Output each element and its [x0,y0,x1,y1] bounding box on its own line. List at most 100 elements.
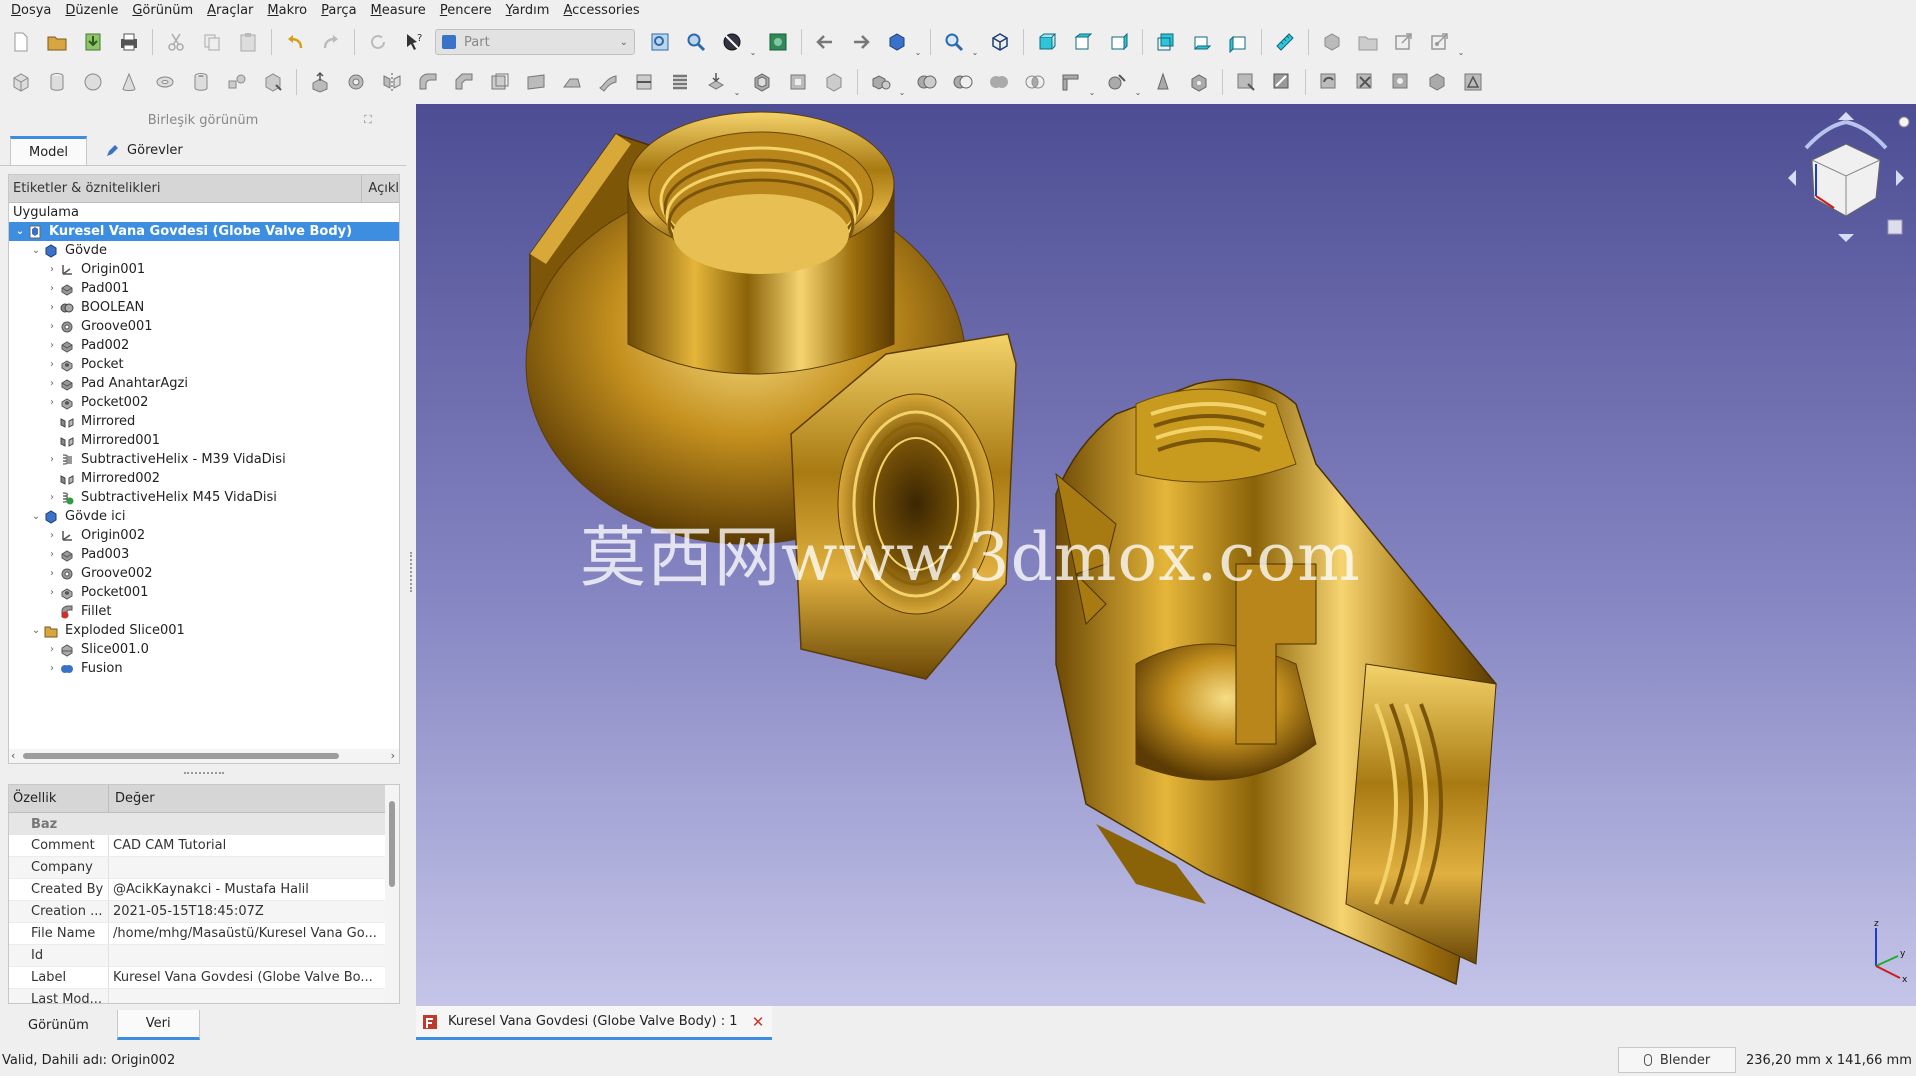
tree-horizontal-scrollbar[interactable]: ‹ › [9,749,399,763]
tab-data[interactable]: Veri [116,1010,200,1040]
scroll-right-icon[interactable]: › [391,749,395,762]
tab-view[interactable]: Görünüm [0,1010,117,1040]
tree-property-splitter[interactable] [184,772,224,778]
measure-toggle-3d-button[interactable] [1422,67,1452,97]
chevron-right-icon[interactable]: › [45,568,59,579]
menu-part[interactable]: Parça [314,0,363,22]
measure-linear-button[interactable] [1231,67,1261,97]
cut-button[interactable] [161,27,191,57]
copy-button[interactable] [197,27,227,57]
chevron-right-icon[interactable]: › [45,549,59,560]
view-iso-button[interactable] [985,27,1015,57]
part-boolean-button[interactable] [912,67,942,97]
menu-accessories[interactable]: Accessories [556,0,646,22]
view-rear-button[interactable] [1151,27,1181,57]
property-value[interactable]: CAD CAM Tutorial [109,838,381,853]
part-fillet-button[interactable] [413,67,443,97]
nav-menu-icon[interactable] [1898,116,1910,128]
nav-down-arrow-icon[interactable] [1838,234,1854,242]
part-chamfer-button[interactable] [449,67,479,97]
property-row[interactable]: Created By @AcikKaynakci - Mustafa Halil [9,879,399,901]
part-sweep-button[interactable] [593,67,623,97]
tree-item[interactable]: › Origin001 [9,260,399,279]
chevron-down-icon[interactable]: ⌄ [13,226,27,237]
part-box-button[interactable] [6,67,36,97]
part-compound-button[interactable] [866,67,896,97]
nav-left-arrow-icon[interactable] [1788,170,1796,186]
property-vertical-scrollbar[interactable] [385,785,399,1003]
menu-view[interactable]: Görünüm [125,0,200,22]
property-group-base[interactable]: Baz [9,813,399,835]
part-cross-sections-button[interactable] [665,67,695,97]
part-join-button[interactable] [1056,67,1086,97]
save-button[interactable] [78,27,108,57]
part-sphere-button[interactable] [78,67,108,97]
tree-item[interactable]: › Pad001 [9,279,399,298]
part-torus-button[interactable] [150,67,180,97]
chevron-right-icon[interactable]: › [45,378,59,389]
tree-item[interactable]: › Pad003 [9,545,399,564]
print-button[interactable] [114,27,144,57]
measure-distance-button[interactable] [1270,27,1300,57]
chevron-right-icon[interactable]: › [45,663,59,674]
chevron-right-icon[interactable]: › [45,397,59,408]
chevron-down-icon[interactable]: ⌄ [29,511,43,522]
part-revolve-button[interactable] [341,67,371,97]
undo-button[interactable] [280,27,310,57]
panel-view-splitter[interactable] [408,104,416,1006]
part-cut-button[interactable] [948,67,978,97]
chevron-down-icon[interactable]: ⌄ [29,625,43,636]
tree-item[interactable]: › Pocket002 [9,393,399,412]
chevron-right-icon[interactable]: › [45,302,59,313]
tree-item[interactable]: › Groove001 [9,317,399,336]
forward-button[interactable] [846,27,876,57]
part-extrude-button[interactable] [305,67,335,97]
tree-item[interactable]: ⌄ Gövde ici [9,507,399,526]
part-cylinder-button[interactable] [42,67,72,97]
tree-item[interactable]: › SubtractiveHelix M45 VidaDisi [9,488,399,507]
scroll-thumb[interactable] [389,801,395,887]
link-actions-dropdown[interactable]: ⌄ [1457,27,1465,57]
part-split-button[interactable] [1102,67,1132,97]
view-bottom-button[interactable] [1187,27,1217,57]
part-section-button[interactable] [629,67,659,97]
navigation-cube[interactable] [1776,108,1916,248]
measure-toggle-all-button[interactable] [1386,67,1416,97]
3d-viewport[interactable]: 莫西网www.3dmox.com z y x [416,104,1916,1006]
value-column-header[interactable]: Değer [109,791,155,806]
create-part-button[interactable] [1317,27,1347,57]
navigation-style-button[interactable]: Blender [1618,1047,1736,1073]
nav-right-arrow-icon[interactable] [1896,170,1904,186]
menu-macro[interactable]: Makro [260,0,314,22]
tree-item[interactable]: Mirrored002 [9,469,399,488]
chevron-right-icon[interactable]: › [45,644,59,655]
scroll-thumb[interactable] [23,753,339,759]
chevron-right-icon[interactable]: › [45,340,59,351]
tree-item[interactable]: › Slice001.0 [9,640,399,659]
chevron-right-icon[interactable]: › [45,492,59,503]
fit-selection-button[interactable] [681,27,711,57]
redo-button[interactable] [316,27,346,57]
tree-item[interactable]: › Fusion [9,659,399,678]
chevron-right-icon[interactable]: › [45,264,59,275]
tree-item[interactable]: Mirrored001 [9,431,399,450]
tab-tasks[interactable]: Görevler [87,136,201,165]
property-value[interactable]: /home/mhg/Masaüstü/Kuresel Vana Go... [109,926,381,941]
tree-item[interactable]: › Pocket [9,355,399,374]
tree-item[interactable]: ⌄ Gövde [9,241,399,260]
part-cone-button[interactable] [114,67,144,97]
menu-measure[interactable]: Measure [364,0,433,22]
tree-item[interactable]: Mirrored [9,412,399,431]
property-row[interactable]: Last Mod... [9,989,399,1003]
back-button[interactable] [810,27,840,57]
workbench-selector[interactable]: Part ⌄ [435,29,635,55]
open-button[interactable] [42,27,72,57]
property-row[interactable]: Comment CAD CAM Tutorial [9,835,399,857]
part-projection-button[interactable] [783,67,813,97]
part-mirror-button[interactable] [377,67,407,97]
std-views-button[interactable] [882,27,912,57]
property-row[interactable]: Company [9,857,399,879]
offset-dropdown[interactable]: ⌄ [733,67,741,97]
part-fuse-button[interactable] [984,67,1014,97]
compound-dropdown[interactable]: ⌄ [898,67,906,97]
